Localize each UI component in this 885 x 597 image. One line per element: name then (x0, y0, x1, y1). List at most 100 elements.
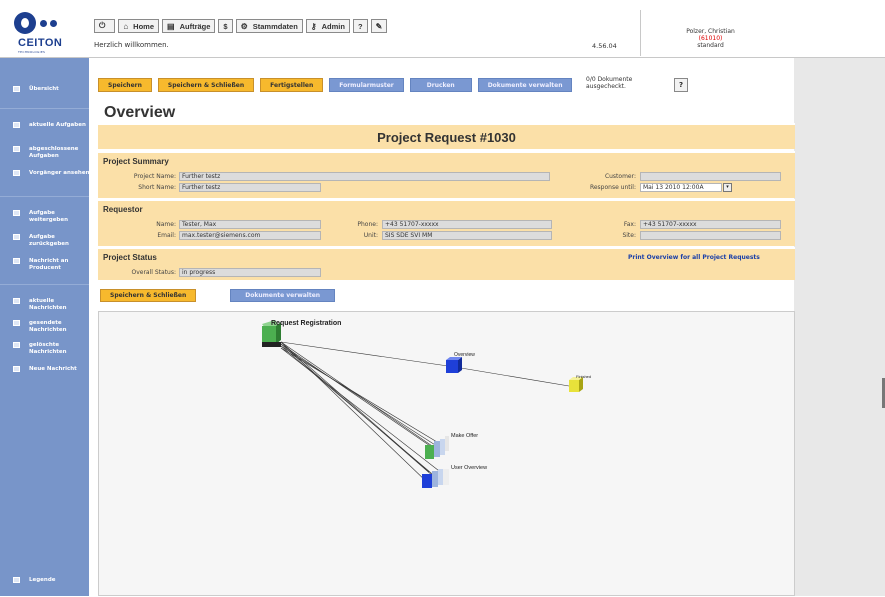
user-id: (61010) (698, 35, 723, 42)
calendar-icon[interactable]: ▾ (723, 183, 732, 192)
page-title: Overview (104, 104, 176, 121)
sidebar-item-legend[interactable]: Legende (13, 577, 90, 584)
node-user-overview[interactable]: User Overview (422, 465, 487, 488)
page-icon (13, 210, 20, 216)
project-name-field[interactable]: Further testz (179, 172, 550, 181)
right-pane (794, 58, 885, 596)
overall-status-field[interactable]: in progress (179, 268, 321, 277)
sidebar-item-current-tasks[interactable]: aktuelle Aufgaben (13, 122, 90, 129)
header: CEITON TECHNOLOGIES ⏻ ⌂ Home ▤ Aufträge $ … (0, 0, 885, 58)
edit-button[interactable]: ✎ (370, 19, 388, 33)
node-make-offer[interactable]: Make Offer (425, 433, 478, 459)
phone-field[interactable]: +43 51707-xxxxx (382, 220, 552, 229)
master-data-button[interactable]: ⚙ Stammdaten (235, 19, 303, 33)
sidebar: Übersicht aktuelle Aufgaben abgeschlosse… (0, 58, 90, 596)
field-label: Customer: (604, 173, 636, 180)
site-field[interactable] (640, 231, 781, 240)
sidebar-item-overview[interactable]: Übersicht (13, 86, 90, 93)
sidebar-item-forward-task[interactable]: Aufgabe weitergeben (13, 210, 90, 224)
sidebar-item-view-predecessor[interactable]: Vorgänger ansehen (13, 170, 90, 177)
print-button[interactable]: Drucken (409, 78, 472, 92)
page-icon (13, 146, 20, 152)
orders-button[interactable]: ▤ Aufträge (162, 19, 216, 33)
node-label-finished: Finished (576, 374, 591, 379)
home-icon: ⌂ (123, 21, 129, 31)
project-summary-panel: Project Summary Project Name: Further te… (98, 151, 795, 198)
field-label: Email: (157, 232, 176, 239)
save-close-button-bottom[interactable]: Speichern & Schließen (100, 289, 197, 302)
field-label: Phone: (357, 221, 378, 228)
manage-documents-button-bottom[interactable]: Dokumente verwalten (230, 289, 336, 302)
print-overview-link[interactable]: Print Overview for all Project Requests (628, 254, 760, 261)
ceiton-logo[interactable]: CEITON TECHNOLOGIES (14, 12, 74, 56)
version-text: 4.56.04 (592, 42, 617, 50)
page-icon (13, 298, 20, 304)
sidebar-item-completed-tasks[interactable]: abgeschlossene Aufgaben (13, 146, 90, 160)
bottom-button-row: Speichern & Schließen Dokumente verwalte… (100, 289, 336, 302)
help-button[interactable]: ? (352, 19, 368, 33)
response-date-field[interactable]: Mai 13 2010 12:00A (640, 183, 722, 192)
manage-documents-button[interactable]: Dokumente verwalten (477, 78, 573, 92)
power-button[interactable]: ⏻ (94, 19, 116, 33)
fax-field[interactable]: +43 51707-xxxxx (640, 220, 781, 229)
save-button[interactable]: Speichern (98, 78, 152, 92)
requestor-name-field[interactable]: Tester, Max (179, 220, 321, 229)
finish-button[interactable]: Fertigstellen (260, 78, 324, 92)
list-icon: ▤ (167, 21, 175, 31)
user-info: Polzer, Christian (61010) standard (640, 10, 780, 56)
requestor-panel: Requestor Name: Tester, Max Email: max.t… (98, 199, 795, 246)
save-close-button[interactable]: Speichern & Schließen (157, 78, 255, 92)
node-label-user-overview: User Overview (451, 465, 487, 471)
help-button-secondary[interactable]: ? (674, 78, 688, 92)
user-name: Polzer, Christian (686, 28, 735, 35)
field-label: Project Name: (133, 173, 176, 180)
request-header: Project Request #1030 (98, 123, 795, 149)
divider (0, 284, 89, 285)
node-request-registration[interactable]: Request Registration (262, 320, 341, 347)
node-label-overview: Overview (454, 352, 475, 358)
dollar-button[interactable]: $ (218, 19, 233, 33)
page-icon (13, 577, 20, 583)
page-icon (13, 86, 20, 92)
page-icon (13, 234, 20, 240)
node-finished[interactable]: Finished (569, 374, 591, 392)
sidebar-item-message-producer[interactable]: Nachricht an Producent (13, 258, 90, 272)
edit-icon: ✎ (375, 21, 383, 31)
short-name-field[interactable]: Further testz (179, 183, 321, 192)
customer-field[interactable] (640, 172, 781, 181)
requestor-email-field[interactable]: max.tester@siemens.com (179, 231, 321, 240)
document-status: 0/0 Dokumente ausgecheckt. (586, 76, 633, 90)
user-role: standard (697, 42, 724, 49)
field-label: Overall Status: (131, 269, 177, 276)
admin-button[interactable]: ⚷ Admin (305, 19, 350, 33)
top-navigation: ⏻ ⌂ Home ▤ Aufträge $ ⚙ Stammdaten ⚷ Admin ?… (94, 19, 388, 33)
power-icon: ⏻ (99, 21, 106, 30)
unit-field[interactable]: SIS SDE SVI MM (382, 231, 552, 240)
sidebar-item-current-messages[interactable]: aktuelle Nachrichten (13, 298, 90, 312)
node-label-request-registration: Request Registration (271, 320, 341, 327)
page-icon (13, 342, 20, 348)
form-template-button[interactable]: Formularmuster (329, 78, 404, 92)
welcome-text: Herzlich willkommen. (94, 41, 169, 49)
field-label: Site: (622, 232, 636, 239)
workflow-diagram: Request Registration Overview Finished M… (98, 311, 795, 596)
field-label: Name: (156, 221, 176, 228)
request-title: Project Request #1030 (377, 130, 516, 145)
page-icon (13, 122, 20, 128)
section-title: Project Summary (103, 157, 169, 166)
home-button[interactable]: ⌂ Home (118, 19, 160, 33)
section-title: Project Status (103, 253, 157, 262)
field-label: Unit: (363, 232, 378, 239)
settings-icon: ⚙ (240, 21, 248, 31)
sidebar-item-sent-messages[interactable]: gesendete Nachrichten (13, 320, 90, 334)
project-status-panel: Project Status Overall Status: in progre… (98, 247, 795, 280)
sidebar-item-new-message[interactable]: Neue Nachricht (13, 366, 90, 373)
page-icon (13, 366, 20, 372)
node-label-make-offer: Make Offer (451, 433, 478, 439)
sidebar-item-deleted-messages[interactable]: gelöschte Nachrichten (13, 342, 90, 356)
workflow-graph: Request Registration Overview Finished M… (262, 320, 591, 488)
page-icon (13, 320, 20, 326)
sidebar-item-return-task[interactable]: Aufgabe zurückgeben (13, 234, 90, 248)
page-icon (13, 258, 20, 264)
field-label: Response until: (589, 184, 636, 191)
